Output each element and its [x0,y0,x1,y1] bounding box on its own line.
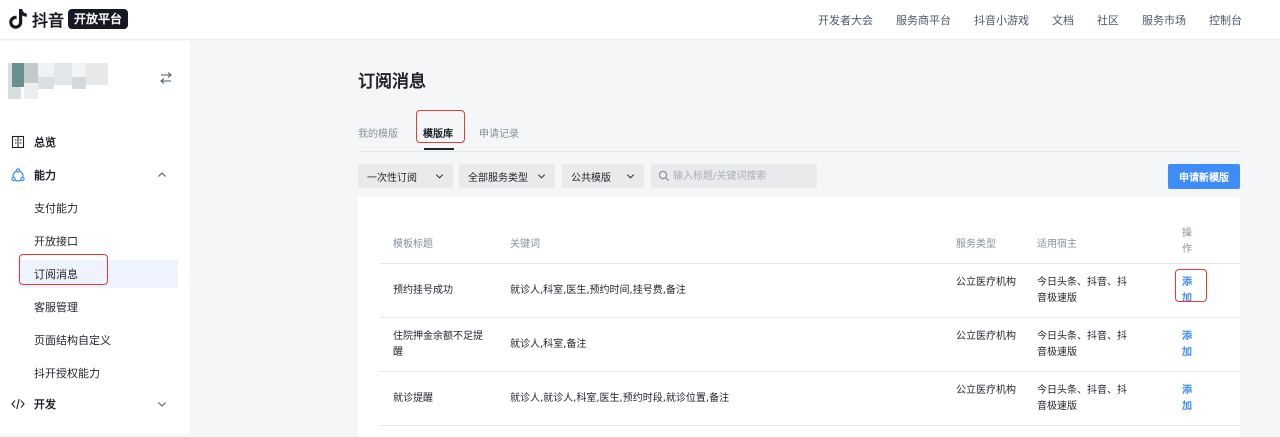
sidebar-item-authorization[interactable]: 抖开授权能力 [0,359,190,387]
template-table: 模板标题 关键词 服务类型 适用宿主 操作 预约挂号成功 就诊人,科室,医生,预… [358,197,1240,437]
chevron-down-icon [158,402,166,407]
table-row: 预约挂号成功 就诊人,科室,医生,预约时间,挂号费,备注 公立医疗机构 今日头条… [380,264,1240,318]
cell-keywords: 就诊人,就诊人,科室,医生,预约时段,就诊位置,备注 [510,393,730,404]
cell-service-type: 公立医疗机构 [956,385,1016,396]
brand-badge: 开放平台 [68,9,129,29]
column-header-action: 操作 [1182,228,1192,255]
sidebar-item-payment[interactable]: 支付能力 [0,194,190,222]
sidebar-item-label: 总览 [34,136,56,149]
sidebar: 总览 能力 支付能力 开放接口 订阅消息 客服管理 页面结构自定义 抖开授权能力… [0,41,190,434]
code-icon [11,398,25,410]
app-switcher[interactable] [8,63,178,99]
top-nav: 开发者大会 服务商平台 抖音小游戏 文档 社区 服务市场 控制台 [795,0,1242,40]
add-template-button[interactable]: 添加 [1182,383,1194,415]
apply-template-button[interactable]: 申请新模版 [1168,164,1240,189]
search-input[interactable] [673,166,813,186]
highlight-box [416,110,465,143]
filter-bar: 一次性订阅 全部服务类型 公共模版 申请新模版 [358,164,1240,189]
select-value: 公共模版 [571,172,611,184]
table-row: 就诊提醒 就诊人,就诊人,科室,医生,预约时段,就诊位置,备注 公立医疗机构 今… [380,372,1240,426]
sidebar-item-develop[interactable]: 开发 [0,390,190,418]
chevron-down-icon [626,174,635,179]
table-row: 住院押金余额不足提醒 就诊人,科室,备注 公立医疗机构 今日头条、抖音、抖音极速… [380,318,1240,372]
search-box [651,164,817,188]
sidebar-item-capability[interactable]: 能力 [0,161,190,189]
nav-console[interactable]: 控制台 [1209,12,1242,28]
overview-icon [11,135,25,149]
active-tab-indicator [424,148,454,150]
sidebar-item-label: 页面结构自定义 [34,334,111,347]
column-header-keywords: 关键词 [510,239,540,250]
sidebar-item-label: 开放接口 [34,235,78,248]
nav-service-market[interactable]: 服务市场 [1142,12,1186,28]
sidebar-item-label: 开发 [34,398,56,411]
template-scope-select[interactable]: 公共模版 [562,164,644,188]
service-type-select[interactable]: 全部服务类型 [459,164,555,188]
app-avatar [8,63,112,99]
cell-title: 住院押金余额不足提醒 [393,331,483,358]
nav-developer-conference[interactable]: 开发者大会 [818,12,873,28]
sidebar-item-label: 抖开授权能力 [34,367,100,380]
nav-mini-games[interactable]: 抖音小游戏 [974,12,1029,28]
sidebar-item-page-structure[interactable]: 页面结构自定义 [0,326,190,354]
sidebar-item-customer-service[interactable]: 客服管理 [0,293,190,321]
sidebar-item-label: 能力 [34,169,56,182]
tab-application-records[interactable]: 申请记录 [479,125,519,140]
page-title: 订阅消息 [358,72,426,92]
cell-hosts: 今日头条、抖音、抖音极速版 [1037,277,1127,304]
column-header-title: 模板标题 [393,239,433,250]
logo[interactable]: 抖音 开放平台 [8,8,129,30]
column-header-service-type: 服务类型 [956,239,996,250]
capability-icon [11,168,25,182]
swap-icon[interactable] [159,71,173,85]
chevron-down-icon [537,174,546,179]
top-bar: 抖音 开放平台 开发者大会 服务商平台 抖音小游戏 文档 社区 服务市场 控制台 [0,0,1280,40]
cell-service-type: 公立医疗机构 [956,277,1016,288]
cell-keywords: 就诊人,科室,备注 [510,339,587,350]
nav-service-provider[interactable]: 服务商平台 [896,12,951,28]
subscription-type-select[interactable]: 一次性订阅 [358,164,453,188]
cell-hosts: 今日头条、抖音、抖音极速版 [1037,385,1127,412]
highlight-box [19,254,108,285]
chevron-down-icon [435,174,444,179]
cell-service-type: 公立医疗机构 [956,331,1016,342]
chevron-up-icon [158,172,166,177]
nav-community[interactable]: 社区 [1097,12,1119,28]
select-value: 全部服务类型 [468,172,528,184]
cell-keywords: 就诊人,科室,医生,预约时间,挂号费,备注 [510,285,686,296]
tab-bar: 我的模版 模版库 申请记录 [358,110,1240,152]
cell-title: 预约挂号成功 [393,285,453,296]
brand-name: 抖音 [32,11,65,30]
highlight-box [1175,269,1207,302]
douyin-logo-icon [9,9,27,29]
sidebar-item-label: 客服管理 [34,301,78,314]
select-value: 一次性订阅 [367,172,417,184]
column-header-hosts: 适用宿主 [1037,239,1077,250]
sidebar-item-open-api[interactable]: 开放接口 [0,227,190,255]
sidebar-item-overview[interactable]: 总览 [0,128,190,156]
cell-hosts: 今日头条、抖音、抖音极速版 [1037,331,1127,358]
tab-my-templates[interactable]: 我的模版 [358,125,398,140]
nav-docs[interactable]: 文档 [1052,12,1074,28]
cell-title: 就诊提醒 [393,393,433,404]
search-icon [658,170,670,182]
sidebar-item-label: 支付能力 [34,202,78,215]
add-template-button[interactable]: 添加 [1182,329,1194,361]
